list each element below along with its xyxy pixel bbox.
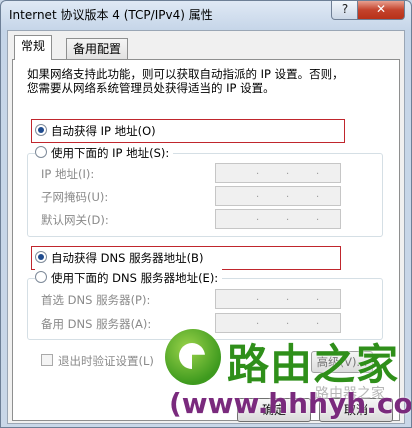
alternate-dns-input[interactable]: ... xyxy=(215,313,341,333)
subnet-mask-input[interactable]: ... xyxy=(215,186,341,206)
validate-settings-checkbox[interactable] xyxy=(41,354,53,366)
ip-address-label: IP 地址(I): xyxy=(41,167,95,181)
alternate-dns-label: 备用 DNS 服务器(A): xyxy=(41,317,152,331)
dialog-window: Internet 协议版本 4 (TCP/IPv4) 属性 ? ✕ 常规 备用配… xyxy=(0,0,412,428)
dns-manual-radio[interactable] xyxy=(35,271,47,283)
ip-address-input[interactable]: ... xyxy=(215,163,341,183)
close-button[interactable]: ✕ xyxy=(357,1,405,20)
preferred-dns-input[interactable]: ... xyxy=(215,289,341,309)
preferred-dns-label: 首选 DNS 服务器(P): xyxy=(41,293,151,307)
window-title: Internet 协议版本 4 (TCP/IPv4) 属性 xyxy=(9,8,213,22)
intro-line-1: 如果网络支持此功能，则可以获取自动指派的 IP 设置。否则， xyxy=(27,67,344,81)
title-bar: Internet 协议版本 4 (TCP/IPv4) 属性 ? ✕ xyxy=(1,1,411,27)
watermark-url: (www.hhhyh.com) xyxy=(169,387,412,420)
intro-line-2: 您需要从网络系统管理员处获得适当的 IP 设置。 xyxy=(27,81,275,95)
subnet-mask-label: 子网掩码(U): xyxy=(41,190,109,204)
ip-auto-radio[interactable] xyxy=(35,124,47,136)
validate-settings-label: 退出时验证设置(L) xyxy=(58,354,154,368)
default-gateway-input[interactable]: ... xyxy=(215,209,341,229)
help-button[interactable]: ? xyxy=(331,1,359,20)
dns-auto-option[interactable]: 自动获得 DNS 服务器地址(B) xyxy=(35,249,203,267)
tab-alternate-configuration[interactable]: 备用配置 xyxy=(66,38,129,59)
ip-auto-option[interactable]: 自动获得 IP 地址(O) xyxy=(35,122,156,140)
ip-manual-label: 使用下面的 IP 地址(S): xyxy=(51,146,170,160)
dns-auto-label: 自动获得 DNS 服务器地址(B) xyxy=(51,251,204,265)
intro-text: 如果网络支持此功能，则可以获取自动指派的 IP 设置。否则， 您需要从网络系统管… xyxy=(27,67,387,95)
ip-manual-option[interactable]: 使用下面的 IP 地址(S): xyxy=(35,144,174,162)
watermark-logo-icon xyxy=(165,329,221,385)
dns-manual-label: 使用下面的 DNS 服务器地址(E): xyxy=(51,271,219,285)
validate-settings-option[interactable]: 退出时验证设置(L) xyxy=(41,353,154,369)
tab-general[interactable]: 常规 xyxy=(14,35,53,60)
ip-manual-radio[interactable] xyxy=(35,146,47,158)
dns-auto-radio[interactable] xyxy=(35,251,47,263)
ip-auto-label: 自动获得 IP 地址(O) xyxy=(51,124,156,138)
default-gateway-label: 默认网关(D): xyxy=(41,213,109,227)
dns-manual-option[interactable]: 使用下面的 DNS 服务器地址(E): xyxy=(35,269,223,287)
